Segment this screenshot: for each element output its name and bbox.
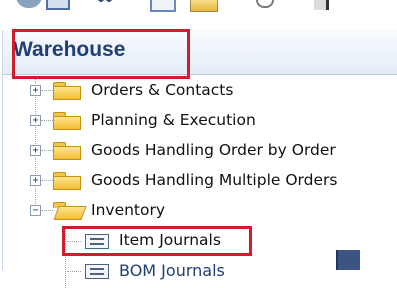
expand-icon[interactable]: +	[30, 85, 41, 96]
toolbar-icon-4[interactable]	[150, 0, 176, 12]
item-journals-highlight-box	[62, 226, 252, 256]
toolbar-icon-3[interactable]	[96, 0, 114, 8]
toolbar-icon-2[interactable]	[46, 0, 70, 10]
folder-icon	[53, 112, 81, 130]
tree-item-planning-execution[interactable]: + Planning & Execution	[3, 106, 397, 136]
tree-item-inventory[interactable]: − Inventory	[3, 196, 397, 226]
folder-icon	[53, 142, 81, 160]
tree-item-goods-handling-multiple-orders[interactable]: + Goods Handling Multiple Orders	[3, 166, 397, 196]
open-folder-icon	[53, 202, 87, 220]
tree-item-label: Goods Handling Order by Order	[91, 141, 336, 159]
toolbar-icon-6[interactable]	[256, 0, 274, 8]
tree-item-label: Orders & Contacts	[91, 81, 234, 99]
folder-icon	[53, 82, 81, 100]
folder-icon	[53, 172, 81, 190]
toolbar-icon-1[interactable]	[16, 0, 42, 8]
toolbar-icon-7[interactable]	[314, 0, 329, 10]
tree-item-goods-handling-order-by-order[interactable]: + Goods Handling Order by Order	[3, 136, 397, 166]
tree-item-label: Inventory	[91, 201, 166, 219]
tree-item-label: BOM Journals	[119, 261, 225, 280]
tree-item-label: Planning & Execution	[91, 111, 256, 129]
expand-icon[interactable]: +	[30, 175, 41, 186]
title-highlight-box	[12, 29, 190, 79]
dark-marker-block	[336, 250, 360, 270]
journal-icon	[85, 264, 109, 279]
toolbar-icon-5[interactable]	[190, 0, 218, 12]
toolbar	[0, 0, 397, 28]
tree-item-label: Goods Handling Multiple Orders	[91, 171, 338, 189]
collapse-icon[interactable]: −	[30, 205, 41, 216]
tree-item-orders-contacts[interactable]: + Orders & Contacts	[3, 76, 397, 106]
expand-icon[interactable]: +	[30, 145, 41, 156]
expand-icon[interactable]: +	[30, 115, 41, 126]
